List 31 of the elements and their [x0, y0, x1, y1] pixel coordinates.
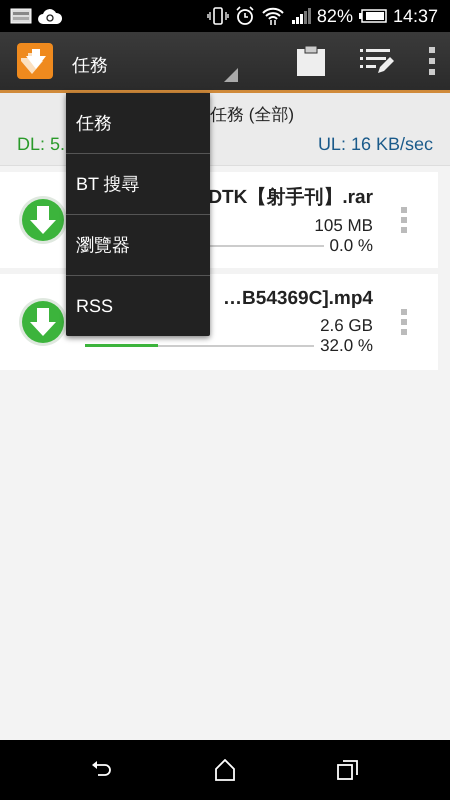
progress-percent: 32.0 %	[320, 336, 373, 356]
battery-icon	[358, 9, 387, 23]
progress-percent: 0.0 %	[330, 236, 373, 256]
navigation-spinner[interactable]: 任務	[72, 32, 238, 90]
alarm-icon	[234, 6, 255, 26]
menu-item[interactable]: 任務	[66, 93, 210, 154]
recent-apps-icon[interactable]	[337, 759, 360, 781]
menu-item[interactable]: BT 搜尋	[66, 154, 210, 215]
file-size: 105 MB	[314, 216, 373, 236]
summary-heading: 任務 (全部)	[210, 104, 294, 126]
app-logo-icon[interactable]	[16, 42, 54, 80]
overflow-menu-icon[interactable]	[428, 47, 436, 75]
cloud-sync-icon	[38, 7, 62, 25]
upload-speed: UL: 16 KB/sec	[318, 134, 433, 155]
vibrate-icon	[206, 7, 229, 25]
file-name: …B54369C].mp4	[223, 288, 373, 310]
download-speed: DL: 5.	[17, 134, 66, 155]
clipboard-icon[interactable]	[296, 45, 326, 77]
clock: 14:37	[392, 6, 438, 26]
menu-item[interactable]: RSS	[66, 276, 210, 336]
battery-percent: 82%	[316, 6, 353, 26]
file-size: 2.6 GB	[320, 316, 373, 336]
menu-item[interactable]: 瀏覽器	[66, 215, 210, 276]
image-icon	[10, 8, 32, 24]
download-icon	[18, 195, 68, 245]
home-icon[interactable]	[214, 759, 236, 781]
file-name: DTK【射手刊】.rar	[208, 186, 373, 210]
wifi-icon	[260, 6, 285, 26]
download-icon	[18, 297, 68, 347]
signal-icon	[290, 8, 311, 24]
edit-list-icon[interactable]	[360, 47, 394, 75]
